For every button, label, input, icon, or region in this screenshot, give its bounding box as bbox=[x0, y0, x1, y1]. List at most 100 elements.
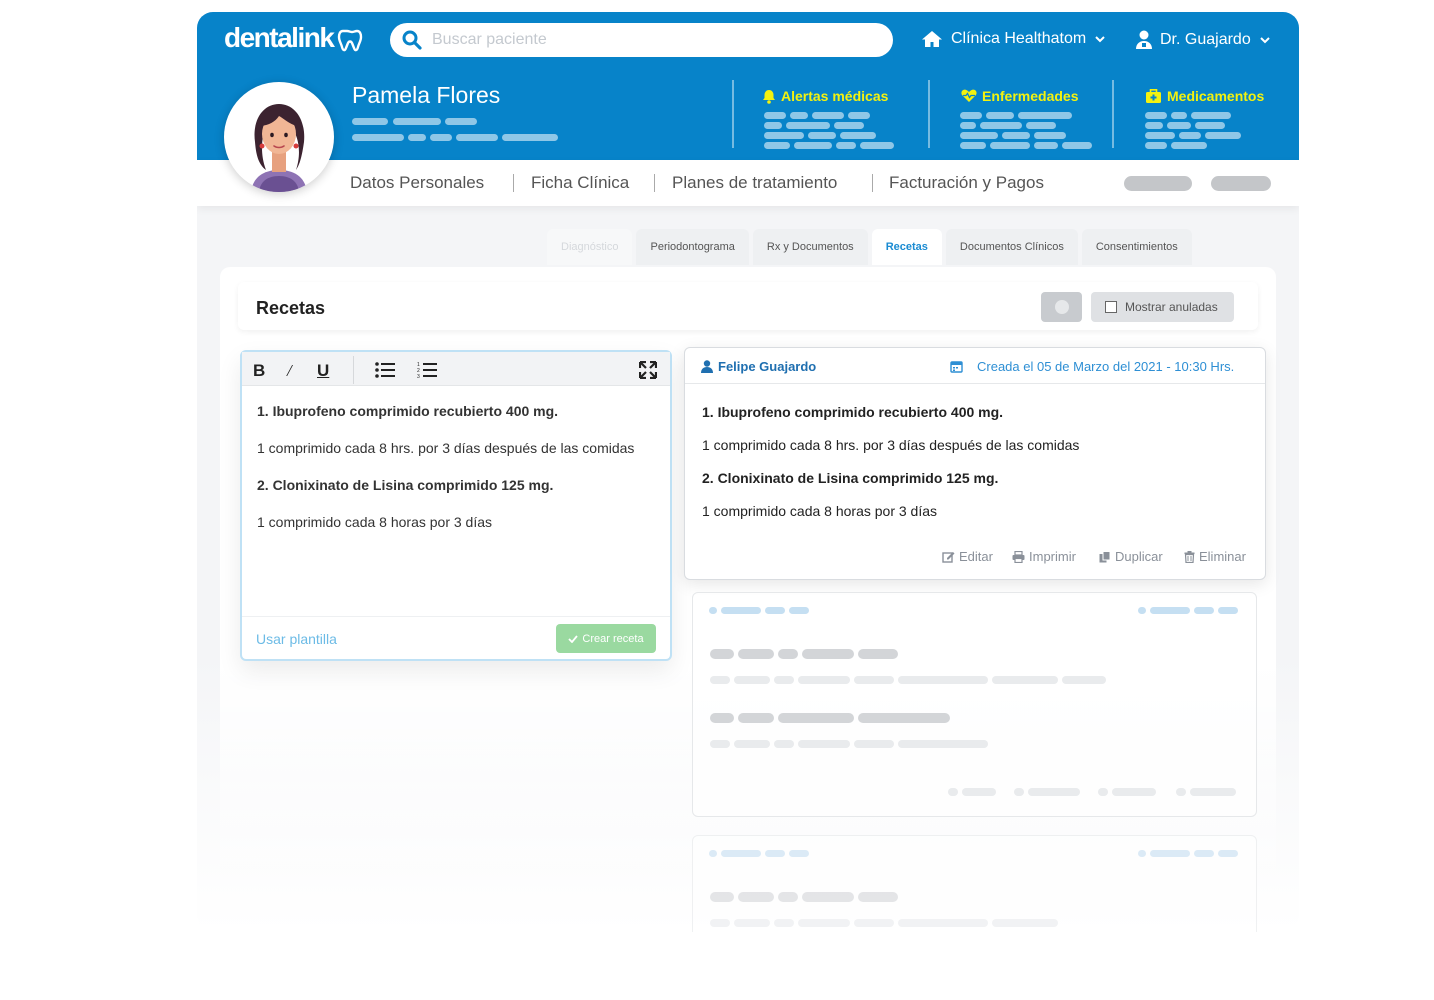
nav-placeholder-pill[interactable] bbox=[1124, 176, 1192, 191]
alert-placeholder bbox=[1145, 122, 1163, 129]
skeleton-block bbox=[734, 919, 770, 927]
search-icon bbox=[402, 30, 422, 50]
checkbox-icon[interactable] bbox=[1105, 301, 1117, 313]
skeleton-block bbox=[778, 649, 798, 659]
tab-recetas[interactable]: Recetas bbox=[871, 229, 942, 265]
prescription-line: 1 comprimido cada 8 hrs. por 3 días desp… bbox=[702, 437, 1080, 453]
nav-facturacion-pagos[interactable]: Facturación y Pagos bbox=[889, 173, 1044, 193]
skeleton-block bbox=[1218, 850, 1238, 857]
user-doctor-icon bbox=[1136, 30, 1152, 49]
alert-placeholder bbox=[1145, 142, 1167, 149]
tab-diagnostico[interactable]: Diagnóstico bbox=[547, 229, 633, 265]
section-title: Recetas bbox=[256, 298, 326, 318]
skeleton-block bbox=[992, 919, 1058, 927]
bold-button[interactable]: B bbox=[253, 361, 265, 381]
copy-icon bbox=[1099, 550, 1111, 562]
show-annulled-label: Mostrar anuladas bbox=[1125, 300, 1218, 314]
record-button[interactable] bbox=[1041, 292, 1082, 322]
skeleton-block bbox=[710, 713, 734, 723]
skeleton-block bbox=[858, 649, 898, 659]
patient-info-placeholder bbox=[456, 134, 498, 141]
edit-action[interactable]: Editar bbox=[942, 549, 993, 564]
bullet-list-icon[interactable] bbox=[375, 362, 395, 378]
skeleton-block bbox=[1194, 850, 1214, 857]
alert-column-diseases[interactable]: Enfermedades bbox=[928, 80, 1112, 149]
alert-placeholder bbox=[764, 122, 782, 129]
alert-placeholder bbox=[836, 142, 856, 149]
duplicate-action[interactable]: Duplicar bbox=[1099, 549, 1163, 564]
alert-column-medical[interactable]: Alertas médicas bbox=[732, 80, 928, 149]
alert-placeholder bbox=[960, 122, 976, 129]
tooth-icon bbox=[338, 29, 363, 52]
skeleton-block bbox=[798, 740, 850, 748]
skeleton-block bbox=[898, 740, 988, 748]
prescription-line: 1 comprimido cada 8 horas por 3 días bbox=[702, 503, 938, 519]
create-prescription-label: Crear receta bbox=[582, 632, 644, 645]
skeleton-block bbox=[858, 892, 898, 902]
chevron-down-icon bbox=[1095, 36, 1105, 43]
alert-placeholder bbox=[1026, 122, 1056, 129]
alert-placeholder bbox=[812, 112, 844, 119]
clinic-selector[interactable]: Clínica Healthatom bbox=[921, 30, 1106, 48]
nav-planes-tratamiento[interactable]: Planes de tratamiento bbox=[672, 173, 837, 193]
tab-rx-documentos[interactable]: Rx y Documentos bbox=[752, 229, 868, 265]
duplicate-label: Duplicar bbox=[1115, 549, 1163, 564]
alert-placeholder bbox=[980, 122, 1022, 129]
patient-navigation: Datos Personales Ficha Clínica Planes de… bbox=[197, 160, 1299, 206]
alert-column-medications[interactable]: Medicamentos bbox=[1112, 80, 1299, 149]
skeleton-block bbox=[774, 676, 794, 684]
alert-placeholder bbox=[1205, 132, 1241, 139]
underline-button[interactable]: U bbox=[317, 361, 329, 381]
search-bar[interactable] bbox=[390, 23, 893, 57]
alert-placeholder bbox=[1171, 112, 1187, 119]
app-window: dentalink Clínica Healthatom Dr. Guajard… bbox=[197, 12, 1299, 932]
edit-icon bbox=[942, 551, 955, 563]
tab-documentos-clinicos[interactable]: Documentos Clínicos bbox=[945, 229, 1078, 265]
alert-placeholder bbox=[860, 142, 894, 149]
expand-icon[interactable] bbox=[639, 361, 657, 379]
skeleton-block bbox=[721, 850, 761, 857]
italic-button[interactable]: / bbox=[287, 361, 292, 381]
calendar-icon bbox=[950, 361, 963, 373]
tab-consentimientos[interactable]: Consentimientos bbox=[1081, 229, 1192, 265]
user-menu[interactable]: Dr. Guajardo bbox=[1136, 30, 1271, 50]
skeleton-block bbox=[992, 676, 1058, 684]
skeleton-block bbox=[738, 649, 774, 659]
patient-avatar bbox=[224, 82, 334, 192]
skeleton-block bbox=[778, 892, 798, 902]
nav-divider bbox=[513, 174, 514, 192]
editor-toolbar: B / U 123 bbox=[242, 352, 670, 386]
skeleton-block bbox=[710, 740, 730, 748]
nav-datos-personales[interactable]: Datos Personales bbox=[350, 173, 484, 193]
alert-placeholder bbox=[1002, 132, 1030, 139]
alert-placeholder bbox=[1034, 132, 1066, 139]
alert-medical-label: Alertas médicas bbox=[781, 88, 889, 104]
nav-ficha-clinica[interactable]: Ficha Clínica bbox=[531, 173, 629, 193]
clinic-name: Clínica Healthatom bbox=[951, 30, 1087, 47]
create-prescription-button[interactable]: Crear receta bbox=[556, 624, 656, 653]
dentalink-logo[interactable]: dentalink bbox=[224, 22, 363, 54]
use-template-link[interactable]: Usar plantilla bbox=[256, 631, 337, 647]
print-icon bbox=[1012, 550, 1025, 563]
alert-placeholder bbox=[794, 142, 832, 149]
print-action[interactable]: Imprimir bbox=[1012, 549, 1076, 564]
delete-action[interactable]: Eliminar bbox=[1184, 549, 1246, 564]
edit-label: Editar bbox=[959, 549, 993, 564]
skeleton-block bbox=[802, 892, 854, 902]
alert-placeholder bbox=[1167, 122, 1191, 129]
prescription-editor[interactable]: B / U 123 1. Ibuprofeno comprimido recub… bbox=[240, 350, 672, 661]
alert-placeholder bbox=[1145, 132, 1175, 139]
skeleton-block bbox=[710, 919, 730, 927]
alert-placeholder bbox=[764, 132, 804, 139]
alert-placeholder bbox=[1195, 122, 1225, 129]
skeleton-block bbox=[710, 892, 734, 902]
alert-placeholder bbox=[960, 132, 998, 139]
show-annulled-toggle[interactable]: Mostrar anuladas bbox=[1091, 292, 1234, 322]
alert-medications: Medicamentos bbox=[1145, 88, 1264, 104]
tab-periodontograma[interactable]: Periodontograma bbox=[636, 229, 749, 265]
numbered-list-icon[interactable]: 123 bbox=[417, 361, 437, 379]
skeleton-block bbox=[734, 740, 770, 748]
alert-placeholder bbox=[1034, 142, 1058, 149]
nav-placeholder-pill[interactable] bbox=[1211, 176, 1271, 191]
search-input[interactable] bbox=[432, 31, 852, 49]
